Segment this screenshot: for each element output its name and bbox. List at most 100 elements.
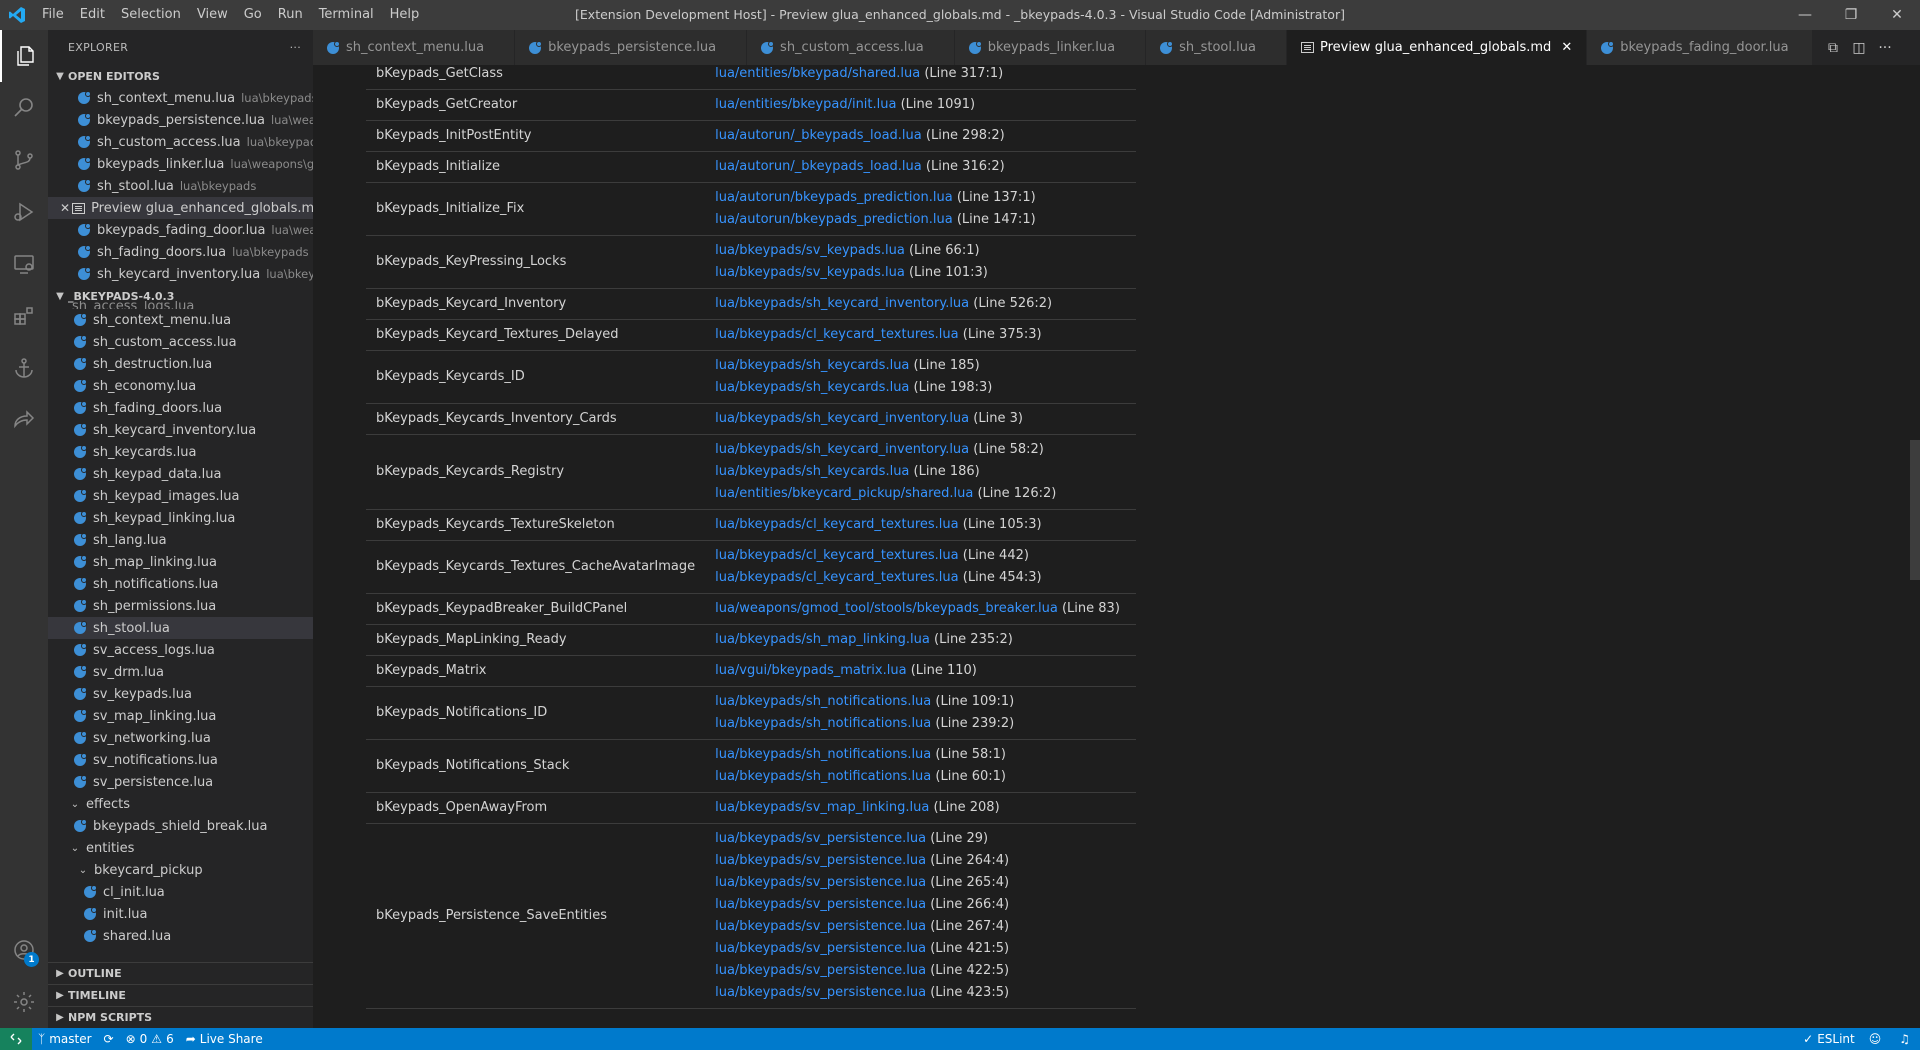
menu-edit[interactable]: Edit <box>72 0 113 30</box>
sync-icon[interactable]: ⟳ <box>98 1032 120 1046</box>
run-debug-icon[interactable] <box>0 186 48 238</box>
reference-link[interactable]: lua/autorun/bkeypads_prediction.lua <box>715 190 953 205</box>
eslint-status[interactable]: ✓ ESLint <box>1797 1032 1861 1046</box>
source-control-icon[interactable] <box>0 134 48 186</box>
reference-link[interactable]: lua/bkeypads/sv_persistence.lua <box>715 941 926 956</box>
tree-folder-item[interactable]: ⌄ bkeycard_pickup <box>48 859 313 881</box>
branch-indicator[interactable]: ᛉ master <box>32 1032 98 1046</box>
more-actions-icon[interactable]: ··· <box>290 41 301 54</box>
restore-icon[interactable]: ❐ <box>1828 0 1874 30</box>
reference-link[interactable]: lua/entities/bkeypad/init.lua <box>715 97 896 112</box>
tree-file-item[interactable]: sv_access_logs.lua <box>48 639 313 661</box>
menu-view[interactable]: View <box>189 0 236 30</box>
tree-file-item[interactable]: sh_map_linking.lua <box>48 551 313 573</box>
reference-link[interactable]: lua/bkeypads/sv_persistence.lua <box>715 897 926 912</box>
menu-go[interactable]: Go <box>236 0 270 30</box>
tab-file[interactable]: sh_context_menu.lua <box>313 30 516 65</box>
tree-file-item[interactable]: sh_keypad_images.lua <box>48 485 313 507</box>
reference-link[interactable]: lua/bkeypads/sh_map_linking.lua <box>715 632 930 647</box>
reference-link[interactable]: lua/bkeypads/cl_keycard_textures.lua <box>715 327 959 342</box>
open-editors-header[interactable]: ▼ OPEN EDITORS <box>48 65 313 87</box>
reference-link[interactable]: lua/bkeypads/sh_keycard_inventory.lua <box>715 442 969 457</box>
tree-file-item[interactable]: sv_persistence.lua <box>48 771 313 793</box>
reference-link[interactable]: lua/bkeypads/sv_persistence.lua <box>715 875 926 890</box>
tab-file[interactable]: sh_stool.lua <box>1146 30 1287 65</box>
problems-indicator[interactable]: ⊗ 0 ⚠ 6 <box>120 1032 180 1046</box>
tree-file-item[interactable]: sh_destruction.lua <box>48 353 313 375</box>
reference-link[interactable]: lua/autorun/_bkeypads_load.lua <box>715 128 922 143</box>
feedback-icon[interactable]: ☺ <box>1861 1032 1890 1046</box>
close-window-icon[interactable]: ✕ <box>1874 0 1920 30</box>
timeline-header[interactable]: ▶ TIMELINE <box>48 984 313 1006</box>
live-share-icon[interactable] <box>0 394 48 446</box>
tree-file-item[interactable]: sh_economy.lua <box>48 375 313 397</box>
minimize-icon[interactable]: — <box>1782 0 1828 30</box>
reference-link[interactable]: lua/bkeypads/cl_keycard_textures.lua <box>715 548 959 563</box>
tree-file-item[interactable]: sh_keycards.lua <box>48 441 313 463</box>
tree-item-partial[interactable]: sh_access_logs.lua <box>48 297 313 309</box>
reference-link[interactable]: lua/bkeypads/sv_persistence.lua <box>715 853 926 868</box>
tree-file-item[interactable]: sh_keypad_linking.lua <box>48 507 313 529</box>
reference-link[interactable]: lua/vgui/bkeypads_matrix.lua <box>715 663 906 678</box>
open-editor-item[interactable]: sh_fading_doors.lua lua\bkeypads <box>48 241 313 263</box>
tree-file-item[interactable]: sh_fading_doors.lua <box>48 397 313 419</box>
tree-folder-item[interactable]: ⌄ effects <box>48 793 313 815</box>
search-icon[interactable] <box>0 82 48 134</box>
reference-link[interactable]: lua/bkeypads/sh_keycards.lua <box>715 464 909 479</box>
open-editor-item[interactable]: sh_custom_access.lua lua\bkeypads <box>48 131 313 153</box>
tab-file[interactable]: bkeypads_linker.lua <box>954 30 1147 65</box>
tree-file-item[interactable]: init.lua <box>48 903 313 925</box>
anchor-icon[interactable] <box>0 342 48 394</box>
more-actions-icon[interactable]: ··· <box>1872 35 1898 61</box>
notifications-bell-icon[interactable]: ♫ <box>1889 1032 1920 1046</box>
reference-link[interactable]: lua/bkeypads/sh_keycards.lua <box>715 358 909 373</box>
reference-link[interactable]: lua/entities/bkeycard_pickup/shared.lua <box>715 486 973 501</box>
extensions-icon[interactable] <box>0 290 48 342</box>
remote-explorer-icon[interactable] <box>0 238 48 290</box>
tree-file-item[interactable]: sh_notifications.lua <box>48 573 313 595</box>
npm-scripts-header[interactable]: ▶ NPM SCRIPTS <box>48 1006 313 1028</box>
reference-link[interactable]: lua/autorun/_bkeypads_load.lua <box>715 159 922 174</box>
tree-file-item[interactable]: cl_init.lua <box>48 881 313 903</box>
tree-file-item[interactable]: sv_map_linking.lua <box>48 705 313 727</box>
reference-link[interactable]: lua/weapons/gmod_tool/stools/bkeypads_br… <box>715 601 1058 616</box>
reference-link[interactable]: lua/bkeypads/sv_keypads.lua <box>715 265 905 280</box>
open-editor-item[interactable]: bkeypads_linker.lua lua\weapons\g... <box>48 153 313 175</box>
reference-link[interactable]: lua/bkeypads/sv_map_linking.lua <box>715 800 929 815</box>
reference-link[interactable]: lua/bkeypads/sh_keycard_inventory.lua <box>715 411 969 426</box>
reference-link[interactable]: lua/bkeypads/sh_keycards.lua <box>715 380 909 395</box>
reference-link[interactable]: lua/bkeypads/sh_keycard_inventory.lua <box>715 296 969 311</box>
tree-file-item[interactable]: sv_notifications.lua <box>48 749 313 771</box>
tab-preview[interactable]: Preview glua_enhanced_globals.md ✕ <box>1286 30 1588 65</box>
split-editor-icon[interactable]: ◫ <box>1846 35 1872 61</box>
reference-link[interactable]: lua/bkeypads/sh_notifications.lua <box>715 769 931 784</box>
menu-help[interactable]: Help <box>382 0 428 30</box>
accounts-icon[interactable]: 1 <box>0 924 48 976</box>
live-share-status[interactable]: ➦ Live Share <box>180 1032 269 1046</box>
tree-file-item[interactable]: sv_networking.lua <box>48 727 313 749</box>
settings-gear-icon[interactable] <box>0 976 48 1028</box>
tab-file[interactable]: bkeypads_fading_door.lua <box>1587 30 1820 65</box>
close-icon[interactable]: ✕ <box>1561 40 1572 55</box>
tree-file-item[interactable]: sh_custom_access.lua <box>48 331 313 353</box>
tree-file-item[interactable]: shared.lua <box>48 925 313 947</box>
open-source-icon[interactable]: ⧉ <box>1820 35 1846 61</box>
menu-selection[interactable]: Selection <box>113 0 189 30</box>
explorer-icon[interactable] <box>0 30 48 82</box>
open-editor-item[interactable]: bkeypads_fading_door.lua lua\wea... <box>48 219 313 241</box>
reference-link[interactable]: lua/bkeypads/sv_persistence.lua <box>715 963 926 978</box>
tree-file-item[interactable]: sh_keypad_data.lua <box>48 463 313 485</box>
outline-header[interactable]: ▶ OUTLINE <box>48 962 313 984</box>
tree-file-item[interactable]: sv_keypads.lua <box>48 683 313 705</box>
reference-link[interactable]: lua/bkeypads/sv_persistence.lua <box>715 919 926 934</box>
tab-file[interactable]: bkeypads_persistence.lua <box>515 30 748 65</box>
open-editor-item[interactable]: sh_stool.lua lua\bkeypads <box>48 175 313 197</box>
remote-indicator-icon[interactable] <box>0 1028 32 1050</box>
reference-link[interactable]: lua/bkeypads/sv_persistence.lua <box>715 831 926 846</box>
reference-link[interactable]: lua/entities/bkeypad/shared.lua <box>715 66 920 81</box>
open-editor-item[interactable]: sh_context_menu.lua lua\bkeypads <box>48 87 313 109</box>
reference-link[interactable]: lua/bkeypads/sh_notifications.lua <box>715 694 931 709</box>
tree-file-item[interactable]: sh_permissions.lua <box>48 595 313 617</box>
tab-file[interactable]: sh_custom_access.lua <box>747 30 955 65</box>
menu-file[interactable]: File <box>34 0 72 30</box>
